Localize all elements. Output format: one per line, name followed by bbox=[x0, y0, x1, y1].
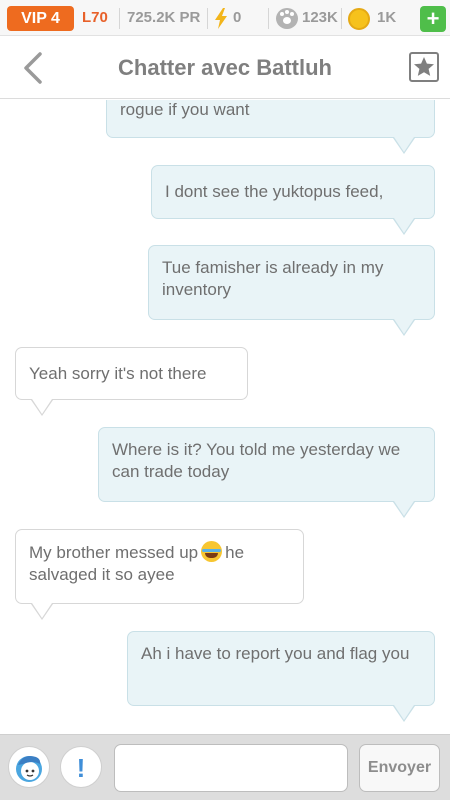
message-text: Yeah sorry it's not there bbox=[29, 364, 207, 383]
crying-laughing-emoji-icon bbox=[201, 541, 223, 562]
message-input[interactable] bbox=[114, 744, 348, 792]
bubble-tail bbox=[31, 603, 53, 620]
message-text: Ah i have to report you and flag you bbox=[141, 644, 410, 663]
paw-count: 123K bbox=[302, 9, 338, 26]
report-button[interactable]: ! bbox=[60, 746, 102, 788]
divider bbox=[268, 8, 269, 29]
lightning-icon bbox=[215, 8, 227, 29]
vip-badge[interactable]: VIP 4 bbox=[7, 6, 74, 31]
chat-thread[interactable]: rogue if you want I dont see the yuktopu… bbox=[0, 100, 450, 734]
chat-message-outgoing: Ah i have to report you and flag you bbox=[127, 631, 435, 706]
chat-message-incoming: Yeah sorry it's not there bbox=[15, 347, 248, 400]
bubble-tail bbox=[393, 705, 415, 722]
bubble-tail bbox=[393, 501, 415, 518]
chat-message-outgoing: I dont see the yuktopus feed, bbox=[151, 165, 435, 219]
coin-icon bbox=[348, 8, 370, 30]
favorite-button[interactable] bbox=[409, 52, 439, 82]
chat-message-outgoing: Tue famisher is already in my inventory bbox=[148, 245, 435, 320]
chat-message-incoming: My brother messed up he salvaged it so ay… bbox=[15, 529, 304, 604]
divider bbox=[207, 8, 208, 29]
chat-message-outgoing: rogue if you want bbox=[106, 100, 435, 138]
chat-header: Chatter avec Battluh bbox=[0, 37, 450, 99]
power-rating: 725.2K PR bbox=[127, 9, 201, 26]
message-text: Tue famisher is already in my inventory bbox=[162, 258, 384, 299]
bubble-tail bbox=[393, 319, 415, 336]
message-text: I dont see the yuktopus feed, bbox=[165, 182, 384, 201]
message-text: Where is it? You told me yesterday we ca… bbox=[112, 440, 401, 481]
message-text: My brother messed up bbox=[29, 543, 199, 562]
chat-message-outgoing: Where is it? You told me yesterday we ca… bbox=[98, 427, 435, 502]
bubble-tail bbox=[31, 399, 53, 416]
bubble-tail bbox=[393, 137, 415, 154]
avatar-button[interactable] bbox=[8, 746, 50, 788]
add-currency-button[interactable]: + bbox=[420, 6, 446, 32]
composer-bar: ! Envoyer bbox=[0, 734, 450, 800]
send-button[interactable]: Envoyer bbox=[359, 744, 440, 792]
paw-icon bbox=[276, 8, 298, 29]
coin-count: 1K bbox=[377, 9, 397, 26]
star-icon bbox=[414, 57, 434, 76]
status-bar: VIP 4 L70 725.2K PR 0 123K 1K + bbox=[0, 0, 450, 36]
page-title: Chatter avec Battluh bbox=[118, 55, 332, 80]
bubble-tail bbox=[393, 218, 415, 235]
divider bbox=[341, 8, 342, 29]
message-text: rogue if you want bbox=[120, 100, 250, 119]
level-label: L70 bbox=[82, 9, 108, 26]
avatar-icon bbox=[16, 756, 42, 782]
energy-count: 0 bbox=[233, 9, 242, 26]
divider bbox=[119, 8, 120, 29]
